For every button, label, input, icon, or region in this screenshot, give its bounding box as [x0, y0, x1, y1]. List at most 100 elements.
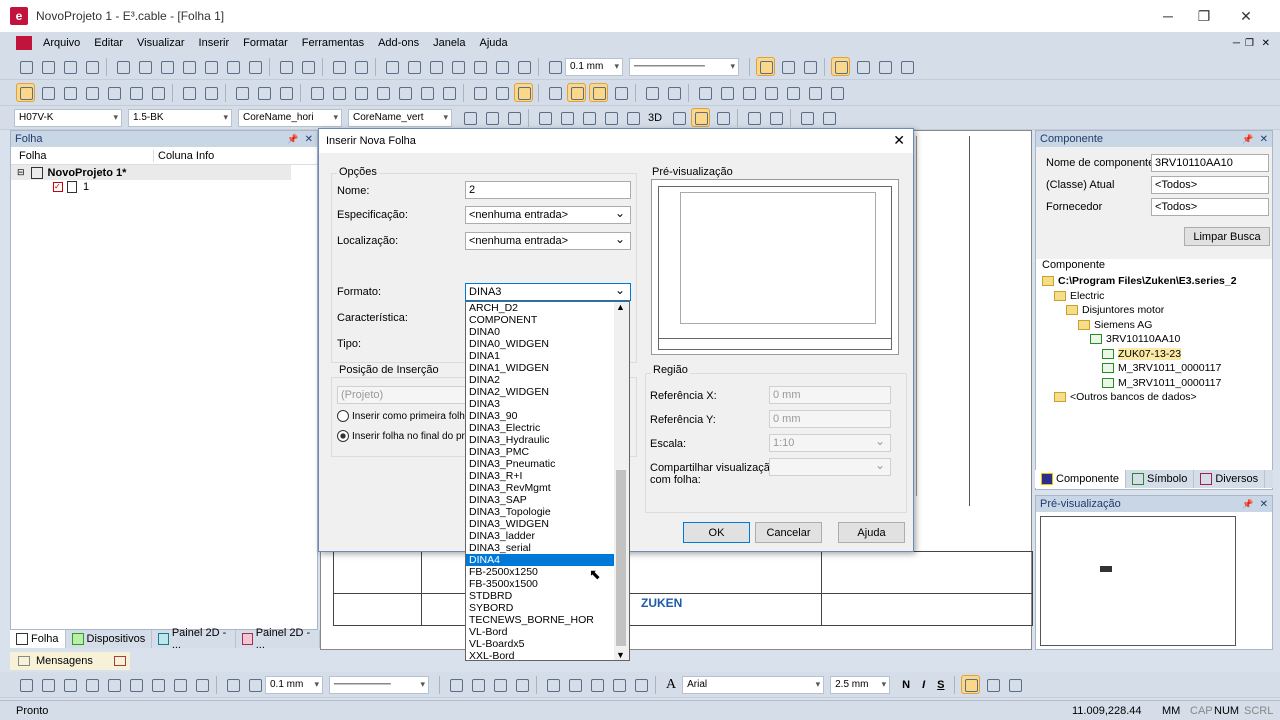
minimize-icon[interactable]: ─: [1148, 0, 1188, 32]
checkbox-icon[interactable]: ✓: [53, 182, 63, 192]
ungroup-icon[interactable]: [469, 676, 486, 693]
bring-front-icon[interactable]: [491, 676, 508, 693]
redo-icon[interactable]: [352, 58, 369, 75]
font-size-combo[interactable]: 2.5 mm: [830, 675, 891, 694]
tab-dispositivos[interactable]: Dispositivos: [66, 630, 153, 648]
align-right-text-icon[interactable]: [1006, 676, 1023, 693]
find-icon[interactable]: [246, 58, 263, 75]
route-icon[interactable]: [643, 84, 660, 101]
format-option[interactable]: DINA3_serial: [466, 542, 614, 554]
branch-icon[interactable]: [493, 58, 510, 75]
format-option[interactable]: DINA3_90: [466, 410, 614, 422]
format-option[interactable]: DINA0_WIDGEN: [466, 338, 614, 350]
open-icon[interactable]: [39, 58, 56, 75]
zoom-fit-icon[interactable]: [396, 84, 413, 101]
mdi-restore-icon[interactable]: ❐: [1245, 38, 1254, 49]
close-icon[interactable]: ✕: [1260, 134, 1268, 145]
format-option[interactable]: DINA3_Topologie: [466, 506, 614, 518]
target-icon[interactable]: [149, 84, 166, 101]
format-option[interactable]: COMPONENT: [466, 314, 614, 326]
spec-select[interactable]: <nenhuma entrada>: [465, 205, 631, 224]
transform-icon[interactable]: [876, 58, 893, 75]
spline-icon[interactable]: [171, 676, 188, 693]
bottom-line-type-combo[interactable]: ────────: [329, 675, 429, 694]
binoculars-icon[interactable]: [418, 84, 435, 101]
send-back-icon[interactable]: [513, 676, 530, 693]
layer-icon[interactable]: [493, 84, 510, 101]
resize-icon[interactable]: [806, 84, 823, 101]
zoom-minus-icon[interactable]: [374, 84, 391, 101]
col-folha[interactable]: Folha: [11, 150, 153, 162]
messages-tab[interactable]: Mensagens: [10, 652, 130, 670]
terminal-icon[interactable]: [83, 84, 100, 101]
format-option[interactable]: DINA3_R+I: [466, 470, 614, 482]
redraw-icon[interactable]: [440, 84, 457, 101]
loc-select[interactable]: <nenhuma entrada>: [465, 231, 631, 250]
format-select[interactable]: DINA3: [465, 282, 631, 301]
draw-line-icon[interactable]: [17, 676, 34, 693]
panel2-icon[interactable]: [690, 108, 710, 127]
menu-inserir[interactable]: Inserir: [192, 37, 237, 49]
close-icon[interactable]: ✕: [305, 134, 313, 145]
grid-dots-icon[interactable]: [471, 84, 488, 101]
copy-format-icon[interactable]: [544, 676, 561, 693]
share-select[interactable]: [769, 457, 891, 476]
format-option[interactable]: DINA3_RevMgmt: [466, 482, 614, 494]
name-input[interactable]: 2: [465, 181, 631, 199]
table-icon[interactable]: [718, 84, 735, 101]
flip-icon[interactable]: [801, 58, 818, 75]
line-style-icon[interactable]: [546, 58, 563, 75]
panel-icon[interactable]: [670, 109, 687, 126]
bus-icon[interactable]: [536, 109, 553, 126]
align-right-icon[interactable]: [405, 58, 422, 75]
tree-node[interactable]: ZUK07-13-23: [1040, 347, 1272, 362]
symbol-icon[interactable]: [39, 84, 56, 101]
help-button[interactable]: Ajuda: [838, 522, 905, 543]
core-vert-combo[interactable]: CoreName_vert: [348, 108, 452, 127]
snap-icon[interactable]: [755, 57, 775, 76]
format-option[interactable]: ARCH_D2: [466, 302, 614, 314]
col-info[interactable]: Coluna Info: [153, 149, 214, 162]
wire-icon[interactable]: [588, 83, 608, 102]
format-option[interactable]: DINA3_ladder: [466, 530, 614, 542]
text-tool-icon[interactable]: A: [666, 677, 676, 693]
tab-painel-2d-1[interactable]: Painel 2D - ...: [152, 627, 237, 651]
supplier-select[interactable]: <Todos>: [1151, 198, 1269, 216]
tab-componente[interactable]: Componente: [1035, 470, 1126, 488]
arc-icon[interactable]: [127, 676, 144, 693]
cut-icon[interactable]: [136, 58, 153, 75]
mdi-close-icon[interactable]: ✕: [1262, 38, 1270, 49]
tree-node[interactable]: 3RV10110AA10: [1040, 332, 1272, 347]
clear-search-button[interactable]: Limpar Busca: [1184, 227, 1270, 246]
select-icon[interactable]: [15, 83, 35, 102]
class-select[interactable]: <Todos>: [1151, 176, 1269, 194]
printer2-icon[interactable]: [820, 109, 837, 126]
font-combo[interactable]: Arial: [682, 675, 825, 694]
arrow-icon[interactable]: [828, 84, 845, 101]
tree-node[interactable]: M_3RV1011_0000117: [1040, 361, 1272, 376]
pin-icon[interactable]: 📌: [1242, 499, 1253, 510]
ground-icon[interactable]: [767, 109, 784, 126]
tree-node[interactable]: M_3RV1011_0000117: [1040, 376, 1272, 391]
format-option[interactable]: DINA3_WIDGEN: [466, 518, 614, 530]
cable3-icon[interactable]: [505, 109, 522, 126]
format-option[interactable]: VL-Boardx5: [466, 638, 614, 650]
underline-button[interactable]: S: [937, 679, 944, 691]
format-option[interactable]: DINA4: [466, 554, 614, 566]
menu-addons[interactable]: Add-ons: [371, 37, 426, 49]
pin-icon[interactable]: 📌: [287, 134, 298, 145]
tab-diversos[interactable]: Diversos: [1194, 470, 1266, 488]
cable2-icon[interactable]: [483, 109, 500, 126]
harness-icon[interactable]: [602, 109, 619, 126]
menu-visualizar[interactable]: Visualizar: [130, 37, 192, 49]
comp-name-input[interactable]: 3RV10110AA10: [1151, 154, 1269, 172]
scroll-thumb[interactable]: [616, 470, 626, 646]
align-top-icon[interactable]: [427, 58, 444, 75]
italic-button[interactable]: I: [922, 679, 925, 691]
pin-icon[interactable]: 📌: [1242, 134, 1253, 145]
align-center-text-icon[interactable]: [984, 676, 1001, 693]
print-icon[interactable]: [277, 58, 294, 75]
paste-special-icon[interactable]: [180, 58, 197, 75]
scroll-up-icon[interactable]: ▲: [616, 302, 625, 312]
pan-icon[interactable]: [202, 84, 219, 101]
